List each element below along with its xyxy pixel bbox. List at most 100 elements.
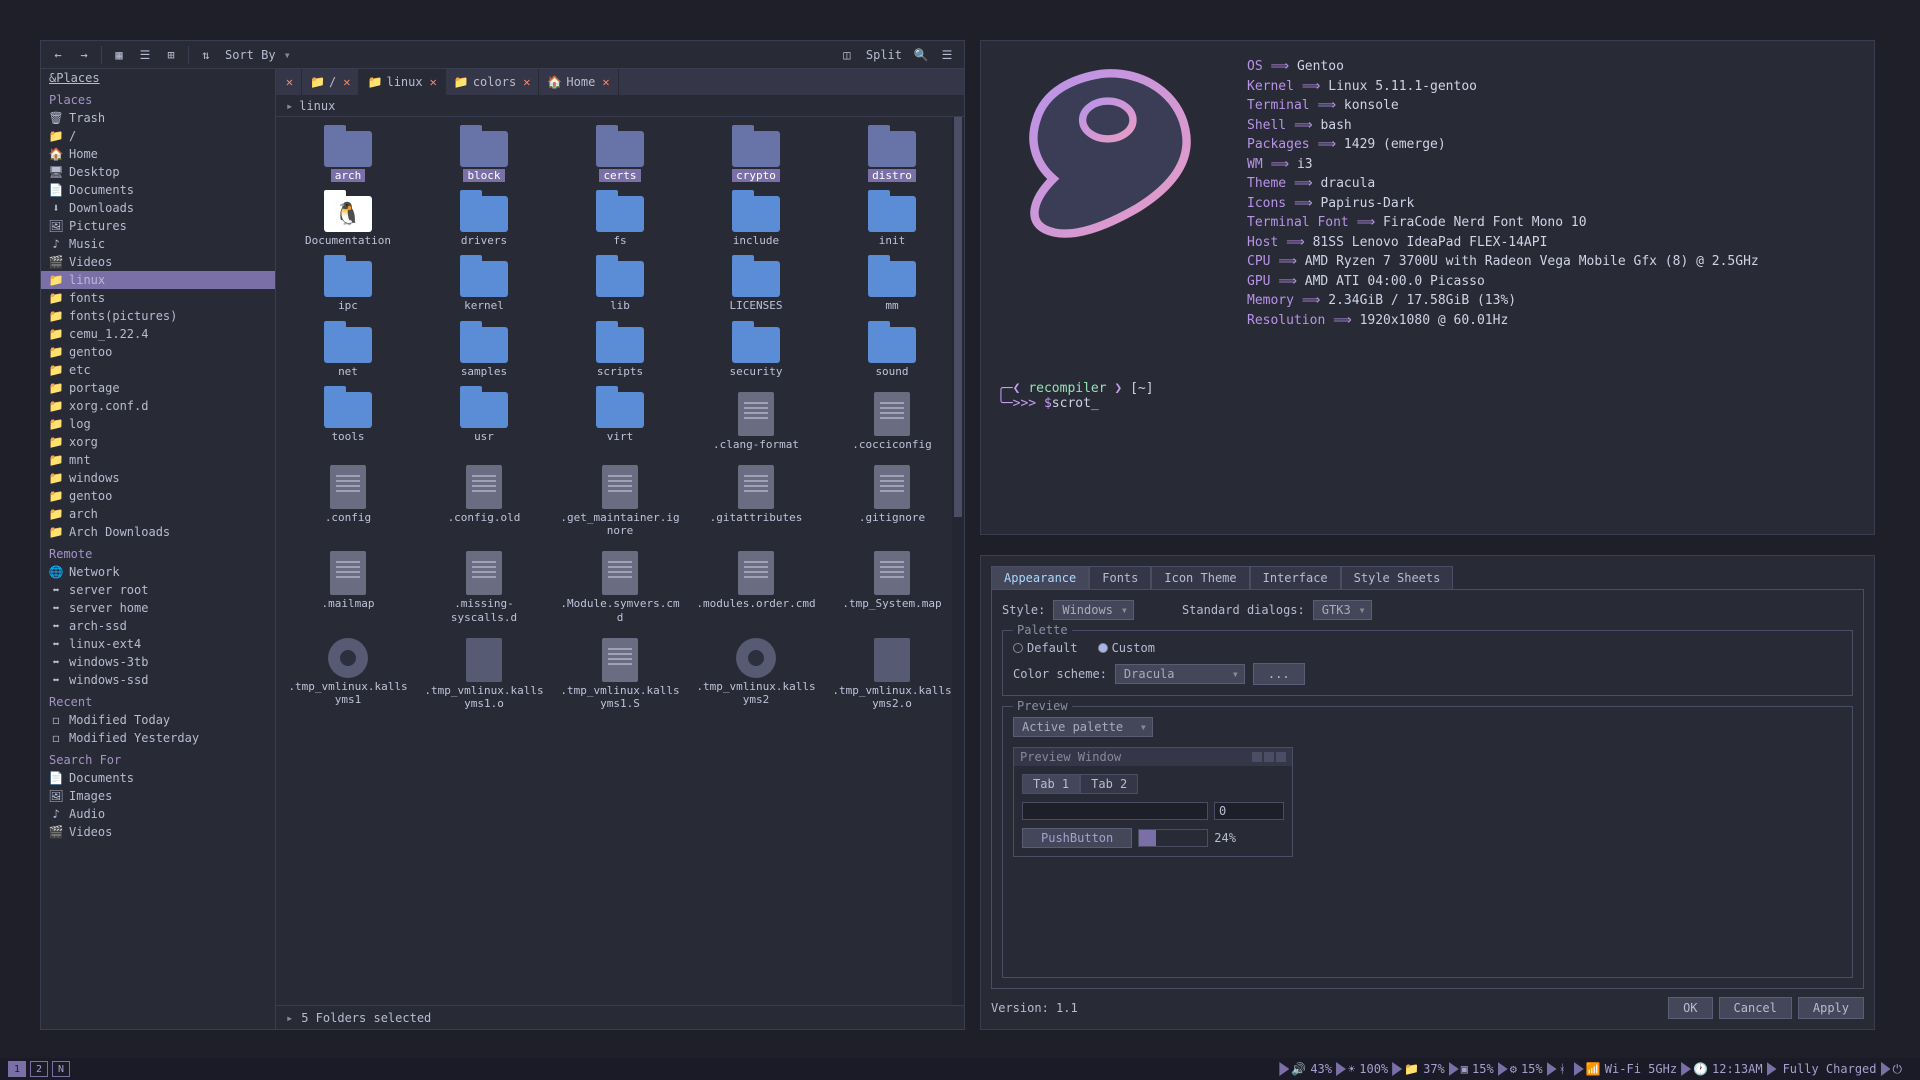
status-segment[interactable]: ☀100% xyxy=(1342,1062,1394,1076)
view-list-icon[interactable]: ☰ xyxy=(134,44,156,66)
sidebar-item[interactable]: ⬌windows-ssd xyxy=(41,671,275,689)
sidebar-item[interactable]: 📁gentoo xyxy=(41,487,275,505)
preview-palette-combo[interactable]: Active palette xyxy=(1013,717,1153,737)
file-item[interactable]: .get_maintainer.ignore xyxy=(554,461,686,541)
sidebar-item[interactable]: 📁etc xyxy=(41,361,275,379)
sidebar-item[interactable]: 📄Documents xyxy=(41,769,275,787)
workspace-button[interactable]: 1 xyxy=(8,1061,26,1077)
file-item[interactable]: security xyxy=(690,323,822,382)
file-item[interactable]: .tmp_vmlinux.kallsyms1 xyxy=(282,634,414,714)
sidebar-item[interactable]: 📁mnt xyxy=(41,451,275,469)
sidebar-item[interactable]: ◻Modified Today xyxy=(41,711,275,729)
tab[interactable]: 📁colors✕ xyxy=(446,69,540,95)
file-item[interactable]: .tmp_vmlinux.kallsyms1.S xyxy=(554,634,686,714)
sidebar-item[interactable]: 🖼Pictures xyxy=(41,217,275,235)
config-tab[interactable]: Interface xyxy=(1250,566,1341,590)
cancel-button[interactable]: Cancel xyxy=(1719,997,1792,1019)
file-item[interactable]: .tmp_vmlinux.kallsyms2.o xyxy=(826,634,958,714)
sort-button[interactable]: Sort By xyxy=(221,48,280,62)
file-item[interactable]: ipc xyxy=(282,257,414,316)
close-icon[interactable]: ✕ xyxy=(343,75,350,89)
sidebar-item[interactable]: 🌐Network xyxy=(41,563,275,581)
sidebar-item[interactable]: 🎬Videos xyxy=(41,823,275,841)
status-segment[interactable]: 📁37% xyxy=(1398,1062,1451,1076)
sidebar-item[interactable]: ⬌server home xyxy=(41,599,275,617)
status-segment[interactable]: 🕐12:13AM xyxy=(1687,1062,1769,1076)
preview-lineedit[interactable] xyxy=(1022,802,1208,820)
file-item[interactable]: .gitignore xyxy=(826,461,958,541)
file-grid[interactable]: archblockcertscryptodistro🐧Documentation… xyxy=(276,117,964,724)
sidebar-item[interactable]: 🎬Videos xyxy=(41,253,275,271)
workspace-button[interactable]: 2 xyxy=(30,1061,48,1077)
file-item[interactable]: .tmp_System.map xyxy=(826,547,958,627)
config-tab[interactable]: Fonts xyxy=(1089,566,1151,590)
file-item[interactable]: distro xyxy=(826,127,958,186)
file-item[interactable]: tools xyxy=(282,388,414,455)
file-item[interactable]: .missing-syscalls.d xyxy=(418,547,550,627)
forward-button[interactable]: → xyxy=(73,44,95,66)
config-tab[interactable]: Icon Theme xyxy=(1151,566,1249,590)
sidebar-item[interactable]: 🖼Images xyxy=(41,787,275,805)
file-item[interactable]: virt xyxy=(554,388,686,455)
file-item[interactable]: init xyxy=(826,192,958,251)
radio-custom[interactable]: Custom xyxy=(1098,641,1155,655)
sidebar-item[interactable]: 📁gentoo xyxy=(41,343,275,361)
status-segment[interactable]: ▣15% xyxy=(1455,1062,1500,1076)
sidebar-item[interactable]: ⬌server root xyxy=(41,581,275,599)
workspace-button[interactable]: N xyxy=(52,1061,70,1077)
sidebar-item[interactable]: 📁cemu_1.22.4 xyxy=(41,325,275,343)
file-item[interactable]: mm xyxy=(826,257,958,316)
close-icon[interactable]: ✕ xyxy=(602,75,609,89)
shell-prompt[interactable]: ╭─❮ recompiler ❯ [~] ╰─>>> $scrot_ xyxy=(997,381,1154,411)
menu-icon[interactable]: ☰ xyxy=(936,44,958,66)
workspace-switcher[interactable]: 12N xyxy=(8,1061,70,1077)
sidebar-item[interactable]: ◻Modified Yesterday xyxy=(41,729,275,747)
sidebar-item[interactable]: 📁log xyxy=(41,415,275,433)
sidebar-item[interactable]: 📁xorg.conf.d xyxy=(41,397,275,415)
split-button[interactable]: Split xyxy=(862,48,906,62)
scrollbar[interactable] xyxy=(952,117,964,1005)
sidebar-item[interactable]: 📁fonts(pictures) xyxy=(41,307,275,325)
sidebar-item[interactable]: ⬌linux-ext4 xyxy=(41,635,275,653)
status-segment[interactable]: 🔊43% xyxy=(1285,1062,1338,1076)
apply-button[interactable]: Apply xyxy=(1798,997,1864,1019)
scheme-combo[interactable]: Dracula xyxy=(1115,664,1245,684)
close-icon[interactable]: ✕ xyxy=(523,75,530,89)
sidebar-item[interactable]: ♪Music xyxy=(41,235,275,253)
back-button[interactable]: ← xyxy=(47,44,69,66)
file-item[interactable]: lib xyxy=(554,257,686,316)
search-icon[interactable]: 🔍 xyxy=(910,44,932,66)
config-tab[interactable]: Style Sheets xyxy=(1341,566,1454,590)
ok-button[interactable]: OK xyxy=(1668,997,1712,1019)
status-segment[interactable]: ⏻ xyxy=(1887,1062,1913,1077)
file-item[interactable]: sound xyxy=(826,323,958,382)
sidebar-item[interactable]: 🏠Home xyxy=(41,145,275,163)
file-item[interactable]: samples xyxy=(418,323,550,382)
status-segment[interactable]: ⚙15% xyxy=(1504,1062,1549,1076)
view-compact-icon[interactable]: ⊞ xyxy=(160,44,182,66)
dialogs-combo[interactable]: GTK3 xyxy=(1313,600,1372,620)
sidebar-item[interactable]: 📄Documents xyxy=(41,181,275,199)
style-combo[interactable]: Windows xyxy=(1053,600,1134,620)
sidebar-item[interactable]: 📁Arch Downloads xyxy=(41,523,275,541)
sidebar-item[interactable]: ⬌arch-ssd xyxy=(41,617,275,635)
file-item[interactable]: block xyxy=(418,127,550,186)
sidebar-item[interactable]: 🖥Desktop xyxy=(41,163,275,181)
terminal-window[interactable]: OS ⟹ GentooKernel ⟹ Linux 5.11.1-gentooT… xyxy=(980,40,1875,535)
file-item[interactable]: 🐧Documentation xyxy=(282,192,414,251)
sidebar-item[interactable]: ♪Audio xyxy=(41,805,275,823)
file-item[interactable]: net xyxy=(282,323,414,382)
status-segment[interactable]: ᚼ xyxy=(1553,1062,1576,1076)
view-grid-icon[interactable]: ▦ xyxy=(108,44,130,66)
file-item[interactable]: kernel xyxy=(418,257,550,316)
tab[interactable]: 📁linux✕ xyxy=(359,69,445,95)
tab-close-blank[interactable]: ✕ xyxy=(276,69,302,95)
file-item[interactable]: .tmp_vmlinux.kallsyms2 xyxy=(690,634,822,714)
sidebar-item[interactable]: 🗑Trash xyxy=(41,109,275,127)
file-item[interactable]: .Module.symvers.cmd xyxy=(554,547,686,627)
file-item[interactable]: fs xyxy=(554,192,686,251)
file-item[interactable]: arch xyxy=(282,127,414,186)
file-item[interactable]: .mailmap xyxy=(282,547,414,627)
sidebar-item[interactable]: 📁fonts xyxy=(41,289,275,307)
file-item[interactable]: .cocciconfig xyxy=(826,388,958,455)
